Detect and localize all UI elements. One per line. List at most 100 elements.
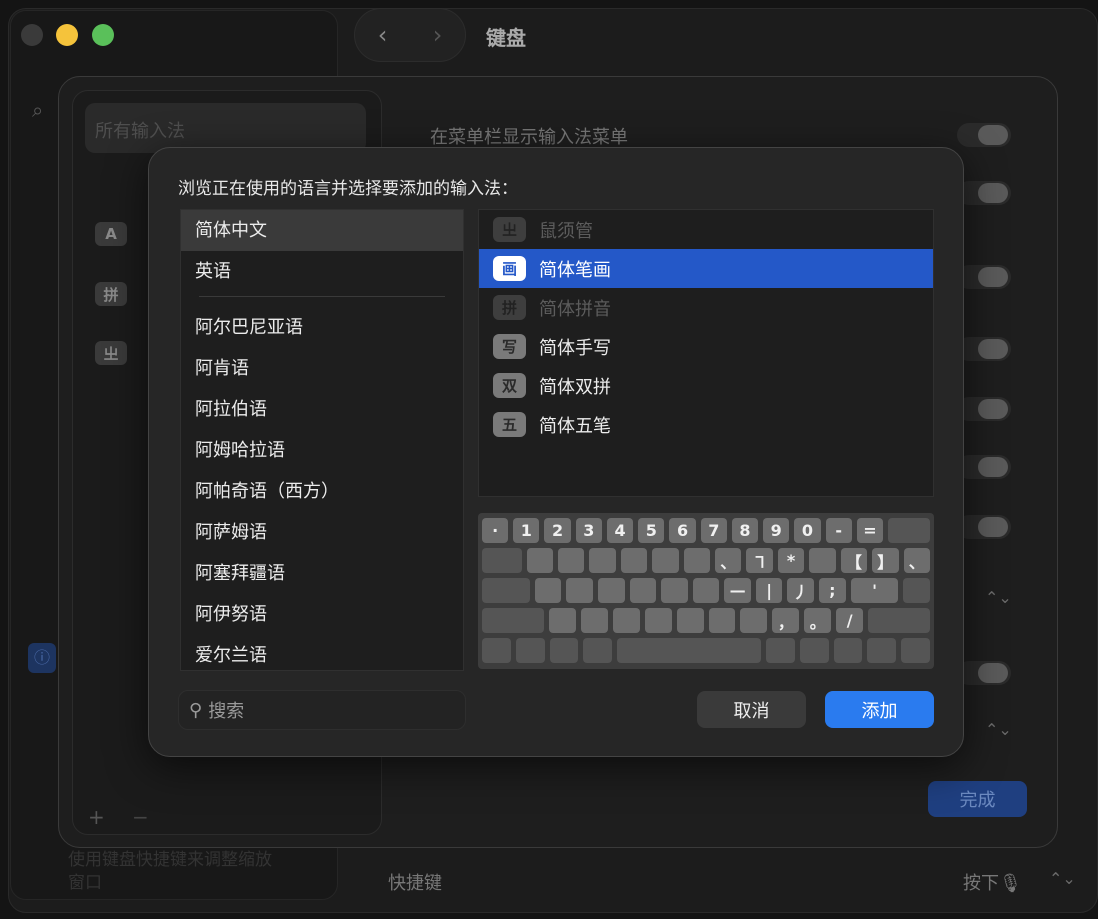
input-method-item[interactable]: 画简体笔画 <box>479 249 933 288</box>
search-field[interactable]: ⚲ 搜索 <box>178 690 466 730</box>
toggle[interactable] <box>957 397 1011 421</box>
keyboard-key <box>482 578 530 603</box>
keyboard-key: 【 <box>841 548 867 573</box>
input-method-icon: 写 <box>493 334 526 359</box>
keyboard-key <box>809 548 835 573</box>
input-method-item[interactable]: 拼简体拼音 <box>479 288 933 327</box>
forward-icon[interactable]: › <box>433 21 443 49</box>
shortcut-value[interactable]: 按下🎙 <box>963 869 1022 895</box>
back-icon[interactable]: ‹ <box>378 21 388 49</box>
toggle[interactable] <box>957 515 1011 539</box>
keyboard-key <box>709 608 736 633</box>
keyboard-key <box>903 578 930 603</box>
input-method-item[interactable]: 写简体手写 <box>479 327 933 366</box>
language-item[interactable]: 阿萨姆语 <box>181 512 463 553</box>
keyboard-preview: ·1234567890-=、㇕*【】、—|丿;'，。/ <box>478 513 934 669</box>
accessibility-icon[interactable]: ⓘ <box>28 643 56 673</box>
minimize-button[interactable] <box>56 24 78 46</box>
keyboard-key: ㇕ <box>746 548 772 573</box>
keyboard-key: ' <box>851 578 899 603</box>
close-button[interactable] <box>21 24 43 46</box>
keyboard-row: 、㇕*【】、 <box>482 548 930 573</box>
keyboard-key <box>766 638 795 663</box>
keyboard-key: 2 <box>544 518 570 543</box>
language-item[interactable]: 阿拉伯语 <box>181 389 463 430</box>
language-item[interactable]: 阿肯语 <box>181 348 463 389</box>
input-method-item[interactable]: 五简体五笔 <box>479 405 933 444</box>
toggle[interactable] <box>957 661 1011 685</box>
input-source-icon-pinyin[interactable]: 拼 <box>95 282 127 306</box>
all-input-sources-item[interactable]: 所有输入法 <box>85 103 366 153</box>
add-source-button[interactable]: + <box>88 805 105 829</box>
zoom-button[interactable] <box>92 24 114 46</box>
keyboard-row: —|丿;' <box>482 578 930 603</box>
keyboard-key <box>598 578 625 603</box>
input-method-icon: 五 <box>493 412 526 437</box>
language-list[interactable]: 简体中文 英语 阿尔巴尼亚语阿肯语阿拉伯语阿姆哈拉语阿帕奇语（西方）阿萨姆语阿塞… <box>180 209 464 671</box>
language-item[interactable]: 阿伊努语 <box>181 594 463 635</box>
input-method-item[interactable]: 双简体双拼 <box>479 366 933 405</box>
keyboard-key: 、 <box>715 548 741 573</box>
input-method-label: 简体手写 <box>539 334 611 360</box>
language-item[interactable]: 阿帕奇语（西方） <box>181 471 463 512</box>
keyboard-key: — <box>724 578 751 603</box>
keyboard-key <box>550 638 579 663</box>
language-item[interactable]: 爱尔兰语 <box>181 635 463 671</box>
stepper-icon[interactable]: ⌃⌄ <box>1049 869 1076 888</box>
keyboard-key <box>677 608 704 633</box>
toggle[interactable] <box>957 337 1011 361</box>
keyboard-key <box>888 518 930 543</box>
language-item[interactable]: 英语 <box>181 251 463 292</box>
remove-source-button[interactable]: − <box>132 805 149 829</box>
keyboard-key <box>589 548 615 573</box>
keyboard-key <box>661 578 688 603</box>
input-method-item[interactable]: 㞢鼠须管 <box>479 210 933 249</box>
input-method-label: 简体双拼 <box>539 373 611 399</box>
footer-description-2: 窗口 <box>68 868 102 893</box>
keyboard-key <box>693 578 720 603</box>
keyboard-key: · <box>482 518 508 543</box>
keyboard-key <box>652 548 678 573</box>
keyboard-key: 0 <box>794 518 820 543</box>
keyboard-key <box>482 608 544 633</box>
input-source-icon-squirrel[interactable]: 㞢 <box>95 341 127 365</box>
keyboard-key: / <box>836 608 863 633</box>
input-method-label: 鼠须管 <box>539 217 593 243</box>
stepper-icon[interactable]: ⌃⌄ <box>985 588 1012 607</box>
keyboard-key: | <box>756 578 783 603</box>
show-menu-toggle[interactable] <box>957 123 1011 147</box>
add-button[interactable]: 添加 <box>825 691 934 728</box>
language-item[interactable]: 阿尔巴尼亚语 <box>181 307 463 348</box>
cancel-button[interactable]: 取消 <box>697 691 806 728</box>
search-icon: ⚲ <box>189 700 202 721</box>
keyboard-key <box>581 608 608 633</box>
done-button[interactable]: 完成 <box>928 781 1027 817</box>
keyboard-key <box>740 608 767 633</box>
keyboard-key <box>617 638 761 663</box>
keyboard-row: ·1234567890-= <box>482 518 930 543</box>
keyboard-key: 。 <box>804 608 831 633</box>
keyboard-row: ，。/ <box>482 608 930 633</box>
toggle[interactable] <box>957 265 1011 289</box>
keyboard-key: 丿 <box>787 578 814 603</box>
stepper-icon[interactable]: ⌃⌄ <box>985 720 1012 739</box>
keyboard-key: 4 <box>607 518 633 543</box>
input-method-label: 简体笔画 <box>539 256 611 282</box>
language-item[interactable]: 简体中文 <box>181 210 463 251</box>
search-icon: ⌕ <box>32 98 43 122</box>
keyboard-key: * <box>778 548 804 573</box>
input-method-icon: 双 <box>493 373 526 398</box>
input-method-list[interactable]: 㞢鼠须管画简体笔画拼简体拼音写简体手写双简体双拼五简体五笔 <box>478 209 934 497</box>
toggle[interactable] <box>957 455 1011 479</box>
keyboard-key: 3 <box>576 518 602 543</box>
shortcut-label: 快捷键 <box>388 869 442 895</box>
keyboard-key <box>800 638 829 663</box>
input-method-label: 简体五笔 <box>539 412 611 438</box>
keyboard-key <box>645 608 672 633</box>
toggle[interactable] <box>957 181 1011 205</box>
keyboard-key <box>549 608 576 633</box>
input-source-icon-a[interactable]: A <box>95 222 127 246</box>
language-item[interactable]: 阿塞拜疆语 <box>181 553 463 594</box>
language-item[interactable]: 阿姆哈拉语 <box>181 430 463 471</box>
keyboard-key: - <box>826 518 852 543</box>
